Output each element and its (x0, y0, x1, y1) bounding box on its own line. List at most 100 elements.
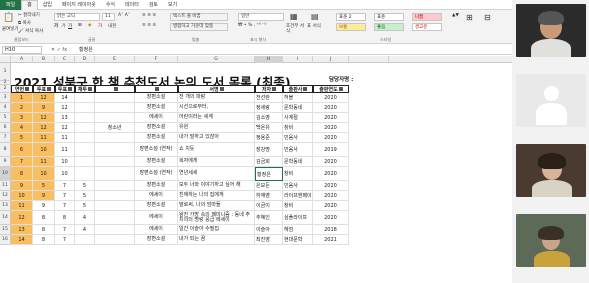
font-name-select[interactable]: 맑은 고딕 (54, 13, 100, 21)
cell-d-row7[interactable] (75, 133, 95, 143)
cell-h-row12[interactable]: 하재영 (255, 191, 283, 201)
table-format-icon[interactable]: ▤ (311, 12, 319, 21)
header-col-revote[interactable]: 채투 (75, 85, 95, 93)
cell-a-row10[interactable]: 8 (11, 167, 33, 181)
cell-c-row14[interactable]: 8 (55, 211, 75, 225)
select-all-corner[interactable] (0, 56, 11, 63)
row-header-6[interactable]: 6 (0, 123, 11, 133)
cell-j-row16[interactable]: 2021 (313, 235, 349, 245)
style-bad[interactable]: 나쁨 (412, 13, 442, 21)
header-col-publisher[interactable]: 출판사 (283, 85, 313, 93)
cell-b-row13[interactable]: 9 (33, 201, 55, 211)
conditional-format-icon[interactable]: ▦ (290, 12, 298, 21)
filter-dropdown-icon[interactable] (338, 87, 343, 91)
align-top-icon[interactable]: ≡ ≡ ≡ (142, 13, 156, 18)
cell-e-row4[interactable] (95, 103, 135, 113)
cell-c-row16[interactable]: 7 (55, 235, 75, 245)
cell-e-row9[interactable] (95, 157, 135, 167)
cell-c-row9[interactable]: 10 (55, 157, 75, 167)
cell-h-row5[interactable]: 김소영 (255, 113, 283, 123)
cell-j-row11[interactable]: 2020 (313, 181, 349, 191)
filter-dropdown-icon[interactable] (219, 87, 224, 91)
cell-h-row6[interactable]: 백온유 (255, 123, 283, 133)
cell-f-row16[interactable]: 장편소설 (135, 235, 178, 245)
cell-c-row5[interactable]: 13 (55, 113, 75, 123)
cell-i-row15[interactable]: 헤엄 (283, 225, 313, 235)
cell-g-row10[interactable]: 연년세세 (178, 167, 255, 181)
filter-dropdown-icon[interactable] (155, 87, 159, 91)
cell-f-row15[interactable]: 에세이 (135, 225, 178, 235)
cell-g-row14[interactable]: 왕진 가방 속의 페미니즘 : 동네 주치의의 명랑 응급 에세이 (178, 211, 255, 225)
cell-j-row5[interactable]: 2020 (313, 113, 349, 123)
cell-j-row9[interactable]: 2020 (313, 157, 349, 167)
header-col-e[interactable] (95, 85, 135, 93)
filter-dropdown-icon[interactable] (88, 87, 93, 91)
row-header-3[interactable]: 3 (0, 93, 11, 103)
filter-dropdown-icon[interactable] (303, 87, 308, 91)
cell-g-row16[interactable]: 내가 되는 꿈 (178, 235, 255, 245)
cell-g-row4[interactable]: 시선으로부터, (178, 103, 255, 113)
header-col-author[interactable]: 저자 (255, 85, 283, 93)
style-warning[interactable]: 경고문 (412, 23, 442, 31)
cell-b-row15[interactable]: 8 (33, 225, 55, 235)
row-header-7[interactable]: 7 (0, 133, 11, 143)
column-header-i[interactable]: I (283, 56, 313, 63)
row-header-5[interactable]: 5 (0, 113, 11, 123)
cell-i-row9[interactable]: 문학동네 (283, 157, 313, 167)
fill-color-icon[interactable]: ◆ (88, 23, 91, 28)
column-header-f[interactable]: F (135, 56, 178, 63)
cell-f-row9[interactable]: 장편소설 (135, 157, 178, 167)
filter-dropdown-icon[interactable] (272, 87, 277, 91)
copy-button[interactable]: ⧉ 복사 (18, 20, 31, 26)
tab-file[interactable]: 파일 (0, 0, 22, 10)
row-header-4[interactable]: 4 (0, 103, 11, 113)
column-header-empty[interactable] (349, 56, 389, 63)
participant-video-2[interactable] (516, 74, 586, 127)
cell-c-row15[interactable]: 7 (55, 225, 75, 235)
border-icon[interactable]: ⊞ (78, 23, 82, 28)
cell-h-row16[interactable]: 최진영 (255, 235, 283, 245)
cell-g-row11[interactable]: 모두 너와 이야기하고 싶어 해 (178, 181, 255, 191)
cell-e-row7[interactable] (95, 133, 135, 143)
cell-e-row10[interactable] (95, 167, 135, 181)
conditional-format-button[interactable]: 조건부 서식 (286, 24, 304, 34)
italic-button[interactable]: 가 (61, 23, 65, 29)
cell-h-row3[interactable]: 천선란 (255, 93, 283, 103)
cell-b-row11[interactable]: 5 (33, 181, 55, 191)
row-header-13[interactable]: 13 (0, 201, 11, 211)
cell-e-row5[interactable] (95, 113, 135, 123)
row-header-2[interactable]: 2 (0, 85, 11, 93)
cell-i-row11[interactable]: 민음사 (283, 181, 313, 191)
currency-format-icon[interactable]: ₩ • % , ⁺⁰ ⁻⁰ (238, 23, 266, 28)
cell-b-row7[interactable]: 11 (33, 133, 55, 143)
cell-g-row15[interactable]: 일간 이슬아 수필집 (178, 225, 255, 235)
cell-h-row9[interactable]: 김금희 (255, 157, 283, 167)
tab-view[interactable]: 보기 (163, 1, 182, 8)
cell-d-row4[interactable] (75, 103, 95, 113)
cell-f-row13[interactable]: 장편소설 (135, 201, 178, 211)
cell-b-row3[interactable]: 12 (33, 93, 55, 103)
delete-cells-icon[interactable]: ⊟ (484, 13, 491, 22)
cell-j-row14[interactable]: 2020 (313, 211, 349, 225)
filter-dropdown-icon[interactable] (25, 87, 30, 91)
cell-a-row6[interactable]: 4 (11, 123, 33, 133)
filter-dropdown-icon[interactable] (47, 87, 52, 91)
cell-a-row5[interactable]: 3 (11, 113, 33, 123)
cell-a-row13[interactable]: 11 (11, 201, 33, 211)
style-normal[interactable]: 표준 (374, 13, 404, 21)
cell-d-row11[interactable]: 5 (75, 181, 95, 191)
manager-label[interactable]: 담당자명 : (329, 75, 353, 83)
header-col-genre[interactable] (135, 85, 178, 93)
cell-b-row9[interactable]: 11 (33, 157, 55, 167)
underline-button[interactable]: 가 (68, 23, 72, 29)
filter-dropdown-icon[interactable] (113, 87, 118, 91)
cell-b-row10[interactable]: 10 (33, 167, 55, 181)
cell-b-row6[interactable]: 12 (33, 123, 55, 133)
cell-i-row4[interactable]: 문학동네 (283, 103, 313, 113)
header-col-year[interactable]: 출판연도 (313, 85, 349, 93)
column-header-h[interactable]: H (255, 56, 283, 63)
cell-e-row16[interactable] (95, 235, 135, 245)
cell-g-row12[interactable]: 친애하는 나의 집에게 (178, 191, 255, 201)
cell-f-row5[interactable]: 에세이 (135, 113, 178, 123)
insert-cells-icon[interactable]: ⊞ (466, 13, 473, 22)
